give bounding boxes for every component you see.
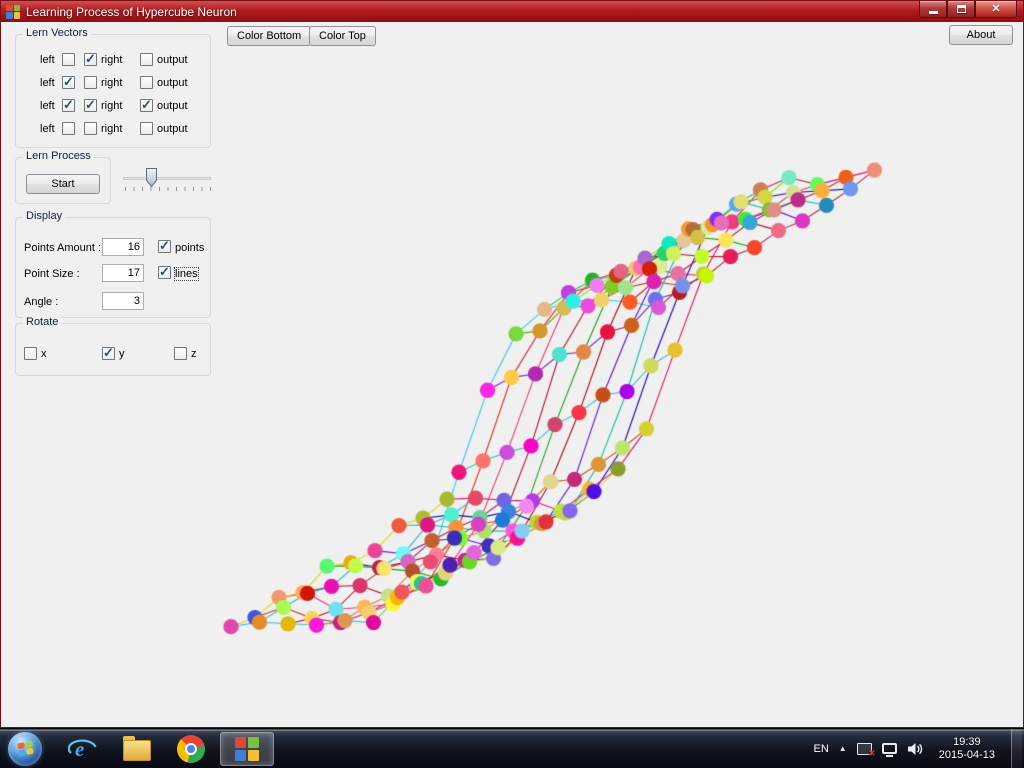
rotate-title: Rotate [23,316,62,328]
taskbar: e EN ▲ 1 [0,728,1024,768]
hypercube-app-icon [235,736,259,761]
lines-checkbox[interactable] [158,264,171,280]
clock[interactable]: 19:39 2015-04-13 [939,736,995,762]
lern-vector-row-3: left right output [16,97,210,115]
vector1-output-checkbox[interactable] [140,53,153,66]
app-window: Learning Process of Hypercube Neuron ✕ C… [0,0,1024,728]
app-icon-pixel [13,12,20,19]
lern-vectors-group: Lern Vectors left right output left righ… [15,27,211,148]
lern-vector-row-1: left right output [16,51,210,69]
rotate-x-label: x [41,348,47,360]
volume-icon[interactable] [907,741,923,757]
about-button[interactable]: About [949,25,1013,45]
vector3-right-checkbox[interactable] [84,97,97,113]
taskbar-chrome[interactable] [164,729,218,768]
point-size-label: Point Size : [24,268,80,280]
folder-icon [123,735,151,761]
close-button[interactable]: ✕ [975,1,1017,18]
slider-thumb[interactable] [146,168,158,187]
output-label: output [157,77,188,89]
vector1-left-checkbox[interactable] [62,53,75,66]
title-bar[interactable]: Learning Process of Hypercube Neuron ✕ [1,1,1023,22]
color-bottom-button[interactable]: Color Bottom [227,26,312,46]
app-icon [6,4,20,19]
vector2-left-checkbox[interactable] [62,74,75,90]
chrome-icon [177,734,205,763]
window-controls: ✕ [919,1,1017,18]
system-tray: EN ▲ 19:39 2015-04-13 [814,728,1024,768]
clock-date: 2015-04-13 [938,748,995,761]
vector4-output-checkbox[interactable] [140,122,153,135]
rotate-y-label: y [119,348,125,360]
taskbar-internet-explorer[interactable]: e [56,729,110,768]
left-label: left [40,77,55,89]
points-checkbox-label: points [175,242,205,254]
right-label: right [101,77,123,89]
output-label: output [157,100,188,112]
windows-logo-icon [16,740,34,757]
output-label: output [157,123,188,135]
lern-vector-row-2: left right output [16,74,210,92]
points-amount-label: Points Amount : [24,242,102,254]
vector1-right-checkbox[interactable] [84,51,97,67]
rotate-z-label: z [191,348,197,360]
vector2-right-checkbox[interactable] [84,76,97,89]
clock-time: 19:39 [953,735,981,748]
right-label: right [101,100,123,112]
maximize-icon [956,5,966,13]
display-settings-icon[interactable] [881,743,897,757]
desktop: Learning Process of Hypercube Neuron ✕ C… [0,0,1024,768]
client-area: Color Bottom Color Top About Lern Vector… [1,22,1023,727]
minimize-button[interactable] [919,1,947,18]
learn-speed-slider[interactable] [123,164,211,196]
vector4-left-checkbox[interactable] [62,122,75,135]
vector3-output-checkbox[interactable] [140,97,153,113]
lern-process-group: Lern Process Start [15,150,111,204]
left-label: left [40,54,55,66]
lern-process-title: Lern Process [23,150,94,162]
angle-input[interactable] [102,292,144,310]
app-icon-pixel [13,4,20,11]
right-label: right [101,54,123,66]
rotate-z-checkbox[interactable] [174,347,187,360]
hidden-icons-chevron-icon[interactable]: ▲ [839,744,847,753]
start-button[interactable]: Start [26,174,100,194]
app-icon-pixel [6,12,13,19]
app-icon-pixel [6,4,13,11]
vector4-right-checkbox[interactable] [84,122,97,135]
start-button[interactable] [8,731,42,766]
lern-vectors-title: Lern Vectors [23,27,91,39]
left-label: left [40,100,55,112]
rotate-group: Rotate x y z [15,316,211,376]
right-label: right [101,123,123,135]
minimize-icon [928,11,938,14]
left-label: left [40,123,55,135]
internet-explorer-icon: e [68,737,97,761]
vector2-output-checkbox[interactable] [140,76,153,89]
network-status-icon[interactable] [856,742,876,759]
display-group: Display Points Amount : points Point Siz… [15,210,211,318]
plot-canvas [201,140,921,700]
show-desktop-button[interactable] [1011,728,1022,768]
lines-checkbox-label: lines [174,267,199,281]
window-title: Learning Process of Hypercube Neuron [26,4,237,19]
language-indicator[interactable]: EN [814,743,829,755]
vector3-left-checkbox[interactable] [62,97,75,113]
angle-label: Angle : [24,296,59,308]
rotate-x-checkbox[interactable] [24,347,37,360]
output-label: output [157,54,188,66]
close-icon: ✕ [991,2,1001,15]
maximize-button[interactable] [947,1,975,18]
rotate-y-checkbox[interactable] [102,345,115,361]
point-size-input[interactable] [102,264,144,282]
taskbar-app-button[interactable] [220,731,274,766]
taskbar-explorer[interactable] [110,729,164,768]
slider-ticks [125,187,211,191]
points-checkbox[interactable] [158,238,171,254]
slider-track[interactable] [123,177,211,180]
color-top-button[interactable]: Color Top [309,26,376,46]
points-amount-input[interactable] [102,238,144,256]
lern-vector-row-4: left right output [16,122,210,138]
display-title: Display [23,210,66,222]
